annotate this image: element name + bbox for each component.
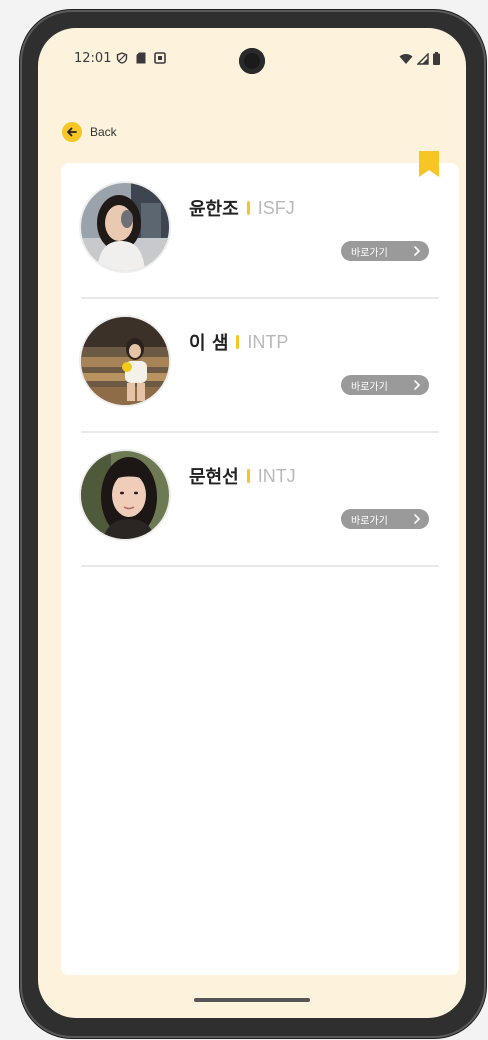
go-button[interactable]: 바로가기 <box>341 509 429 529</box>
chevron-right-icon <box>414 514 421 524</box>
phone-frame: 12:01 Back 윤한조 ISFJ 바로가기 이 샘 INTP 바로가기 문… <box>20 10 486 1038</box>
name-line: 문현선 INTJ <box>189 463 296 489</box>
back-button[interactable]: Back <box>62 122 117 142</box>
person-name: 윤한조 <box>189 199 239 220</box>
status-bar: 12:01 <box>38 28 466 98</box>
separator <box>246 469 250 483</box>
go-button-label: 바로가기 <box>351 247 388 259</box>
wifi-icon <box>399 53 413 64</box>
name-line: 윤한조 ISFJ <box>189 195 295 221</box>
name-line: 이 샘 INTP <box>189 329 288 355</box>
avatar <box>81 451 169 539</box>
separator <box>246 201 250 215</box>
status-icons-right <box>399 52 440 65</box>
mbti-type: ISFJ <box>257 197 295 218</box>
notification-icon <box>154 52 166 64</box>
app-screen: 12:01 Back 윤한조 ISFJ 바로가기 이 샘 INTP 바로가기 문… <box>38 28 466 1018</box>
status-time: 12:01 <box>74 51 112 66</box>
battery-icon <box>433 52 440 65</box>
chevron-right-icon <box>414 380 421 390</box>
status-icons-left <box>116 52 166 64</box>
separator <box>236 335 240 349</box>
avatar <box>81 183 169 271</box>
signal-icon <box>417 52 429 65</box>
list-item: 문현선 INTJ 바로가기 <box>81 431 439 567</box>
go-button-label: 바로가기 <box>351 515 388 527</box>
mbti-type: INTP <box>247 331 289 352</box>
mbti-type: INTJ <box>257 465 296 486</box>
people-card: 윤한조 ISFJ 바로가기 이 샘 INTP 바로가기 문현선 INTJ 바로가… <box>61 151 459 975</box>
go-button-label: 바로가기 <box>351 381 388 393</box>
sim-card-icon <box>136 52 146 64</box>
go-button[interactable]: 바로가기 <box>341 241 429 261</box>
back-label: Back <box>90 125 117 139</box>
go-button[interactable]: 바로가기 <box>341 375 429 395</box>
list-item: 이 샘 INTP 바로가기 <box>81 297 439 433</box>
back-arrow-icon <box>62 122 82 142</box>
person-name: 이 샘 <box>189 333 229 354</box>
avatar <box>81 317 169 405</box>
home-indicator[interactable] <box>194 998 310 1002</box>
chevron-right-icon <box>414 246 421 256</box>
list-item: 윤한조 ISFJ 바로가기 <box>81 163 439 299</box>
front-camera <box>239 48 265 74</box>
shield-icon <box>116 52 128 64</box>
person-name: 문현선 <box>189 467 239 488</box>
